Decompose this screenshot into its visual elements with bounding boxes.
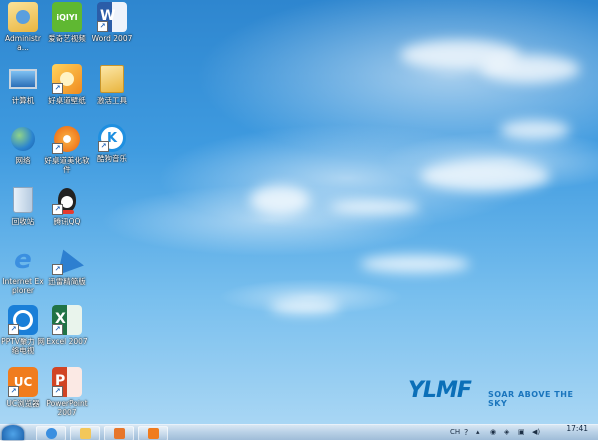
desktop-icon-label: 腾讯QQ xyxy=(53,217,81,226)
desktop-icon-iqiyi[interactable]: iQIYI 爱奇艺视频 xyxy=(44,2,90,43)
desktop-icon-label: Administra... xyxy=(5,34,41,52)
brand-tagline: SOAR ABOVE THE SKY xyxy=(488,390,574,408)
desktop-icon-excel[interactable]: X ↗ Excel 2007 xyxy=(44,305,90,346)
desktop-icon-activation-tools[interactable]: 激活工具 xyxy=(89,64,135,105)
internet-explorer-icon: e xyxy=(8,245,38,275)
cloud xyxy=(480,55,580,83)
desktop-icon-qq[interactable]: ↗ 腾讯QQ xyxy=(44,185,90,226)
desktop-icon-label: 爱奇艺视频 xyxy=(48,34,86,43)
desktop-icon-label: 网络 xyxy=(15,156,31,165)
shortcut-arrow-icon: ↗ xyxy=(97,21,108,32)
shortcut-arrow-icon: ↗ xyxy=(98,141,109,152)
desktop-icon-label: PPTV聚力 网络电视 xyxy=(1,337,45,355)
icon-glyph-text: iQIYI xyxy=(56,12,78,22)
excel-document-icon: X ↗ xyxy=(52,305,82,335)
beautify-app-icon: ↗ xyxy=(52,124,82,154)
folder-icon xyxy=(97,64,127,94)
desktop-icon-beautify-app[interactable]: ↗ 好桌道美化软件 xyxy=(44,124,90,174)
desktop-icon-label: 酷狗音乐 xyxy=(97,154,127,163)
qq-penguin-icon: ↗ xyxy=(52,185,82,215)
pptv-icon: ↗ xyxy=(8,305,38,335)
powerpoint-document-icon: P ↗ xyxy=(52,367,82,397)
desktop-icon-kugou[interactable]: K ↗ 酷狗音乐 xyxy=(89,124,135,163)
desktop-icon-label: 激活工具 xyxy=(97,96,127,105)
tray-app-icon[interactable]: ◈ xyxy=(504,427,509,438)
shortcut-arrow-icon: ↗ xyxy=(52,143,63,154)
uc-browser-icon xyxy=(147,428,159,439)
network-status-icon[interactable]: ▣ xyxy=(518,427,525,438)
desktop-icon-label: 好桌道美化软件 xyxy=(44,156,90,174)
desktop-icon-label: PowerPoint 2007 xyxy=(46,399,88,417)
network-globe-icon xyxy=(8,124,38,154)
cloud xyxy=(270,300,340,314)
desktop-icon-network[interactable]: 网络 xyxy=(0,124,46,165)
icon-glyph-text: e xyxy=(14,245,32,275)
shortcut-arrow-icon: ↗ xyxy=(52,386,63,397)
folder-icon xyxy=(79,428,91,439)
uc-browser-icon: UC ↗ xyxy=(8,367,38,397)
desktop-icon-powerpoint[interactable]: P ↗ PowerPoint 2007 xyxy=(44,367,90,417)
shortcut-arrow-icon: ↗ xyxy=(8,324,19,335)
desktop-icon-internet-explorer[interactable]: e Internet Explorer xyxy=(0,245,46,295)
internet-explorer-icon xyxy=(45,428,57,439)
kugou-music-icon: K ↗ xyxy=(98,124,126,152)
word-document-icon: W ↗ xyxy=(97,2,127,32)
xunlei-bird-icon: ↗ xyxy=(50,244,84,276)
shortcut-arrow-icon: ↗ xyxy=(52,204,63,215)
recycle-bin-icon xyxy=(8,185,38,215)
desktop-icon-administrator[interactable]: Administra... xyxy=(0,2,46,52)
desktop-icon-wallpaper-app[interactable]: ↗ 好桌道壁纸 xyxy=(44,64,90,105)
desktop-icon-computer[interactable]: 计算机 xyxy=(0,64,46,105)
wallpaper-brand: YLMF SOAR ABOVE THE SKY xyxy=(408,378,588,408)
cloud xyxy=(420,160,550,192)
iqiyi-icon: iQIYI xyxy=(52,2,82,32)
user-folder-icon xyxy=(8,2,38,32)
desktop-icon-label: Word 2007 xyxy=(91,34,133,43)
desktop-icon-label: Internet Explorer xyxy=(2,277,44,295)
brand-logo: YLMF xyxy=(408,378,472,403)
cloud xyxy=(330,200,420,214)
wallpaper-app-icon: ↗ xyxy=(52,64,82,94)
shortcut-arrow-icon: ↗ xyxy=(52,324,63,335)
desktop-icon-label: 迅雷精简版 xyxy=(48,277,86,286)
system-clock[interactable]: 17:41 xyxy=(566,425,588,433)
cloud xyxy=(500,120,570,140)
cloud xyxy=(360,255,470,273)
desktop-icon-label: UC浏览器 xyxy=(6,399,40,408)
volume-icon[interactable]: ◀) xyxy=(532,427,540,438)
cloud xyxy=(250,185,310,215)
taskbar: CH ? ▴ ◉ ◈ ▣ ◀) 17:41 xyxy=(0,424,598,441)
media-player-icon xyxy=(113,428,125,439)
show-hidden-icons-icon[interactable]: ▴ xyxy=(476,427,480,438)
desktop-icon-recycle-bin[interactable]: 回收站 xyxy=(0,185,46,226)
ime-indicator[interactable]: CH xyxy=(450,427,460,438)
desktop-icon-pptv[interactable]: ↗ PPTV聚力 网络电视 xyxy=(0,305,46,355)
shortcut-arrow-icon: ↗ xyxy=(8,386,19,397)
desktop-icon-label: 好桌道壁纸 xyxy=(48,96,86,105)
desktop-icon-uc-browser[interactable]: UC ↗ UC浏览器 xyxy=(0,367,46,408)
desktop-icon-label: Excel 2007 xyxy=(46,337,88,346)
computer-icon xyxy=(8,64,38,94)
shortcut-arrow-icon: ↗ xyxy=(52,264,63,275)
desktop-icon-xunlei[interactable]: ↗ 迅雷精简版 xyxy=(44,244,90,286)
desktop[interactable]: Administra... 计算机 网络 回收站 e Internet Expl… xyxy=(0,0,598,424)
system-tray: CH ? ▴ ◉ ◈ ▣ ◀) 17:41 xyxy=(448,425,598,440)
help-icon[interactable]: ? xyxy=(464,427,468,438)
desktop-icon-label: 回收站 xyxy=(11,217,35,226)
desktop-icon-label: 计算机 xyxy=(11,96,35,105)
shortcut-arrow-icon: ↗ xyxy=(52,83,63,94)
tray-app-icon[interactable]: ◉ xyxy=(490,427,496,438)
desktop-icon-word[interactable]: W ↗ Word 2007 xyxy=(89,2,135,43)
start-button[interactable] xyxy=(2,425,24,440)
